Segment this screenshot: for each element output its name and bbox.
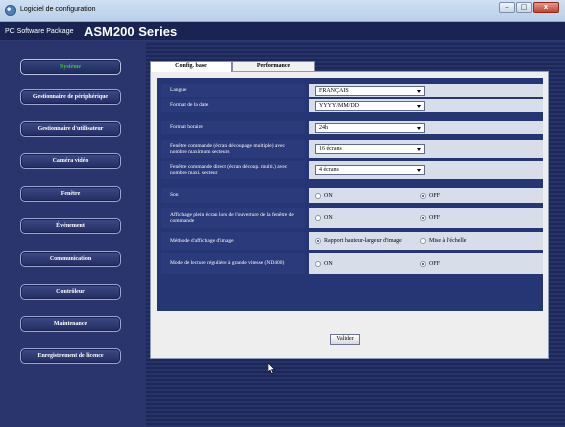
- setting-value: ON OFF: [309, 253, 543, 274]
- setting-label: Fenêtre commande (écran découpage multip…: [161, 140, 305, 158]
- radio-icon: [315, 192, 321, 199]
- radio-label: ON: [324, 215, 333, 221]
- setting-value: 4 écrans: [309, 161, 543, 179]
- setting-label: Fenêtre commande direct (écran découp. m…: [161, 161, 305, 179]
- setting-row-fullscreen-on-open: Affichage plein écran lors de l'ouvertur…: [157, 208, 543, 228]
- setting-value: ON OFF: [309, 208, 543, 228]
- chevron-down-icon: [417, 169, 421, 172]
- setting-value: 24h: [309, 121, 543, 134]
- radio-label: OFF: [429, 192, 441, 199]
- setting-row-time-format: Format horaire 24h: [157, 121, 543, 134]
- tab-basic-config[interactable]: Config. base: [150, 61, 232, 72]
- mouse-cursor-icon: [268, 363, 275, 374]
- time-format-select[interactable]: 24h: [315, 122, 425, 133]
- scaling-radio[interactable]: Mise à l'échelle: [420, 238, 466, 244]
- setting-label: Mode de lecture régulière à grande vites…: [161, 253, 305, 274]
- direct-control-sectors-select[interactable]: 4 écrans: [315, 165, 425, 175]
- setting-value: ON OFF: [309, 188, 543, 203]
- setting-row-date-format: Format de la date YYYY/MM/DD: [157, 99, 543, 112]
- radio-label: ON: [324, 192, 333, 199]
- window-title: Logiciel de configuration: [20, 6, 96, 13]
- setting-label: Méthode d'affichage d'image: [161, 232, 305, 250]
- display-method-radio-group: Rapport hauteur-largeur d'image Mise à l…: [309, 232, 543, 250]
- aspect-ratio-radio[interactable]: Rapport hauteur-largeur d'image: [315, 238, 402, 244]
- sound-radio-group: ON OFF: [309, 188, 543, 203]
- sound-on-radio[interactable]: ON: [315, 192, 333, 199]
- setting-label: Affichage plein écran lors de l'ouvertur…: [161, 208, 305, 228]
- setting-label: Format horaire: [161, 121, 305, 134]
- select-value: 16 écrans: [319, 146, 342, 152]
- setting-row-control-window-max-sectors: Fenêtre commande (écran découpage multip…: [157, 140, 543, 158]
- high-speed-off-radio[interactable]: OFF: [420, 260, 441, 267]
- sidebar-item-window[interactable]: Fenêtre: [20, 186, 121, 202]
- fullscreen-off-radio[interactable]: OFF: [420, 215, 440, 221]
- radio-label: ON: [324, 260, 333, 267]
- chevron-down-icon: [417, 148, 421, 151]
- radio-label: Rapport hauteur-largeur d'image: [324, 238, 402, 244]
- setting-value: 16 écrans: [309, 140, 543, 158]
- settings-panel: Langue FRANÇAIS Format de la date YYYY/M…: [150, 71, 549, 359]
- radio-icon: [315, 260, 321, 267]
- sidebar-item-communication[interactable]: Communication: [20, 251, 121, 267]
- radio-icon: [420, 192, 426, 199]
- sound-off-radio[interactable]: OFF: [420, 192, 441, 199]
- sidebar-item-license-registration[interactable]: Enregistrement de licence: [20, 348, 121, 364]
- window-titlebar: Logiciel de configuration – □ x: [0, 0, 565, 22]
- radio-icon: [420, 260, 426, 267]
- sidebar-item-user-manager[interactable]: Gestionnaire d'utilisateur: [20, 121, 121, 137]
- fullscreen-on-radio[interactable]: ON: [315, 215, 333, 221]
- sidebar-item-event[interactable]: Événement: [20, 218, 121, 234]
- product-name-big: ASM200 Series: [84, 24, 178, 39]
- select-value: 4 écrans: [319, 167, 339, 173]
- minimize-button[interactable]: –: [499, 2, 515, 13]
- radio-icon: [420, 238, 426, 244]
- sidebar-item-maintenance[interactable]: Maintenance: [20, 316, 121, 332]
- select-value: YYYY/MM/DD: [319, 102, 360, 109]
- chevron-down-icon: [417, 104, 421, 108]
- setting-row-language: Langue FRANÇAIS: [157, 84, 543, 97]
- sidebar-item-device-manager[interactable]: Gestionnaire de périphérique: [20, 89, 121, 105]
- setting-value: YYYY/MM/DD: [309, 99, 543, 112]
- app-icon: [5, 5, 16, 16]
- language-select[interactable]: FRANÇAIS: [315, 85, 425, 96]
- radio-label: OFF: [429, 260, 441, 267]
- setting-label: Langue: [161, 84, 305, 97]
- product-name-small: PC Software Package: [5, 28, 74, 35]
- select-value: FRANÇAIS: [319, 87, 349, 94]
- setting-row-direct-control-window-sectors: Fenêtre commande direct (écran découp. m…: [157, 161, 543, 179]
- setting-row-image-display-method: Méthode d'affichage d'image Rapport haut…: [157, 232, 543, 250]
- chevron-down-icon: [417, 126, 421, 130]
- radio-icon: [420, 215, 426, 221]
- sidebar-item-controller[interactable]: Contrôleur: [20, 284, 121, 300]
- setting-value: Rapport hauteur-largeur d'image Mise à l…: [309, 232, 543, 250]
- window-controls: – □ x: [498, 2, 559, 13]
- setting-row-high-speed-playback: Mode de lecture régulière à grande vites…: [157, 253, 543, 274]
- date-format-select[interactable]: YYYY/MM/DD: [315, 100, 425, 111]
- close-button[interactable]: x: [533, 2, 559, 13]
- product-header: PC Software Package ASM200 Series: [0, 22, 565, 41]
- high-speed-on-radio[interactable]: ON: [315, 260, 333, 267]
- setting-row-sound: Son ON OFF: [157, 188, 543, 203]
- sidebar: Système Gestionnaire de périphérique Ges…: [0, 41, 146, 427]
- sidebar-item-video-camera[interactable]: Caméra vidéo: [20, 153, 121, 169]
- radio-icon: [315, 238, 321, 244]
- radio-label: Mise à l'échelle: [429, 238, 467, 244]
- chevron-down-icon: [417, 89, 421, 93]
- sidebar-item-system[interactable]: Système: [20, 59, 121, 75]
- setting-label: Format de la date: [161, 99, 305, 112]
- radio-label: OFF: [429, 215, 441, 221]
- maximize-button[interactable]: □: [516, 2, 532, 13]
- setting-label: Son: [161, 188, 305, 203]
- fullscreen-radio-group: ON OFF: [309, 208, 543, 228]
- setting-value: FRANÇAIS: [309, 84, 543, 97]
- radio-icon: [315, 215, 321, 221]
- main-content: Système Gestionnaire de périphérique Ges…: [0, 41, 565, 427]
- apply-button[interactable]: Valider: [330, 334, 360, 345]
- select-value: 24h: [319, 124, 328, 131]
- high-speed-radio-group: ON OFF: [309, 253, 543, 274]
- settings-table: Langue FRANÇAIS Format de la date YYYY/M…: [157, 78, 543, 311]
- tab-performance[interactable]: Performance: [232, 61, 315, 71]
- control-window-sectors-select[interactable]: 16 écrans: [315, 144, 425, 154]
